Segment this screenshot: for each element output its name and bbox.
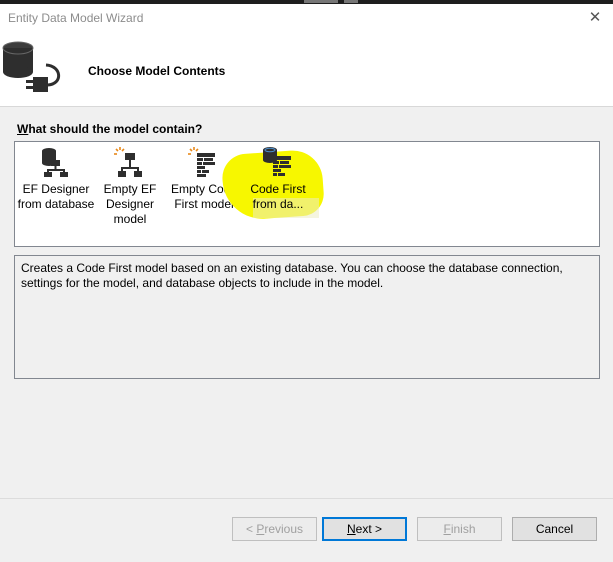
previous-button[interactable]: < Previous (232, 517, 317, 541)
option-description: Creates a Code First model based on an e… (14, 255, 600, 379)
code-first-database-icon (263, 147, 291, 176)
option-ef-designer-from-database[interactable]: EF Designer from database (17, 146, 95, 244)
cancel-button[interactable]: Cancel (512, 517, 597, 541)
option-label: Code First from da... (250, 182, 306, 211)
next-button[interactable]: Next > (322, 517, 407, 541)
option-code-first-from-database[interactable]: Code First from da... (220, 146, 326, 244)
model-contents-list[interactable]: EF Designer from database Empty EF Desig… (14, 141, 600, 247)
empty-ef-designer-icon (114, 147, 142, 177)
window-title: Entity Data Model Wizard (8, 11, 144, 25)
empty-code-first-icon (188, 147, 215, 177)
top-strip-mark (344, 0, 358, 3)
previous-text: revious (264, 522, 304, 536)
label-text: hat should the model contain? (28, 122, 203, 136)
title-bar: Entity Data Model Wizard ✕ (0, 4, 613, 32)
close-icon[interactable]: ✕ (585, 8, 605, 28)
header-separator (0, 106, 613, 107)
ef-designer-database-icon (42, 148, 68, 177)
option-label: EF Designer from database (17, 182, 95, 211)
finish-accelerator: F (443, 522, 451, 536)
option-label: Empty EF Designer model (103, 182, 157, 226)
wizard-header: Choose Model Contents (0, 32, 613, 106)
footer-separator (0, 498, 613, 499)
finish-button[interactable]: Finish (417, 517, 502, 541)
model-contents-label: What should the model contain? (17, 122, 202, 136)
next-accelerator: N (346, 522, 356, 536)
label-accelerator: W (17, 122, 29, 136)
next-text: ext > (355, 522, 383, 536)
database-plug-icon (2, 41, 61, 92)
previous-prefix: < (245, 522, 257, 536)
option-empty-ef-designer-model[interactable]: Empty EF Designer model (91, 146, 169, 244)
page-title: Choose Model Contents (88, 64, 226, 78)
top-strip-mark (304, 0, 338, 3)
finish-text: inish (450, 522, 476, 536)
